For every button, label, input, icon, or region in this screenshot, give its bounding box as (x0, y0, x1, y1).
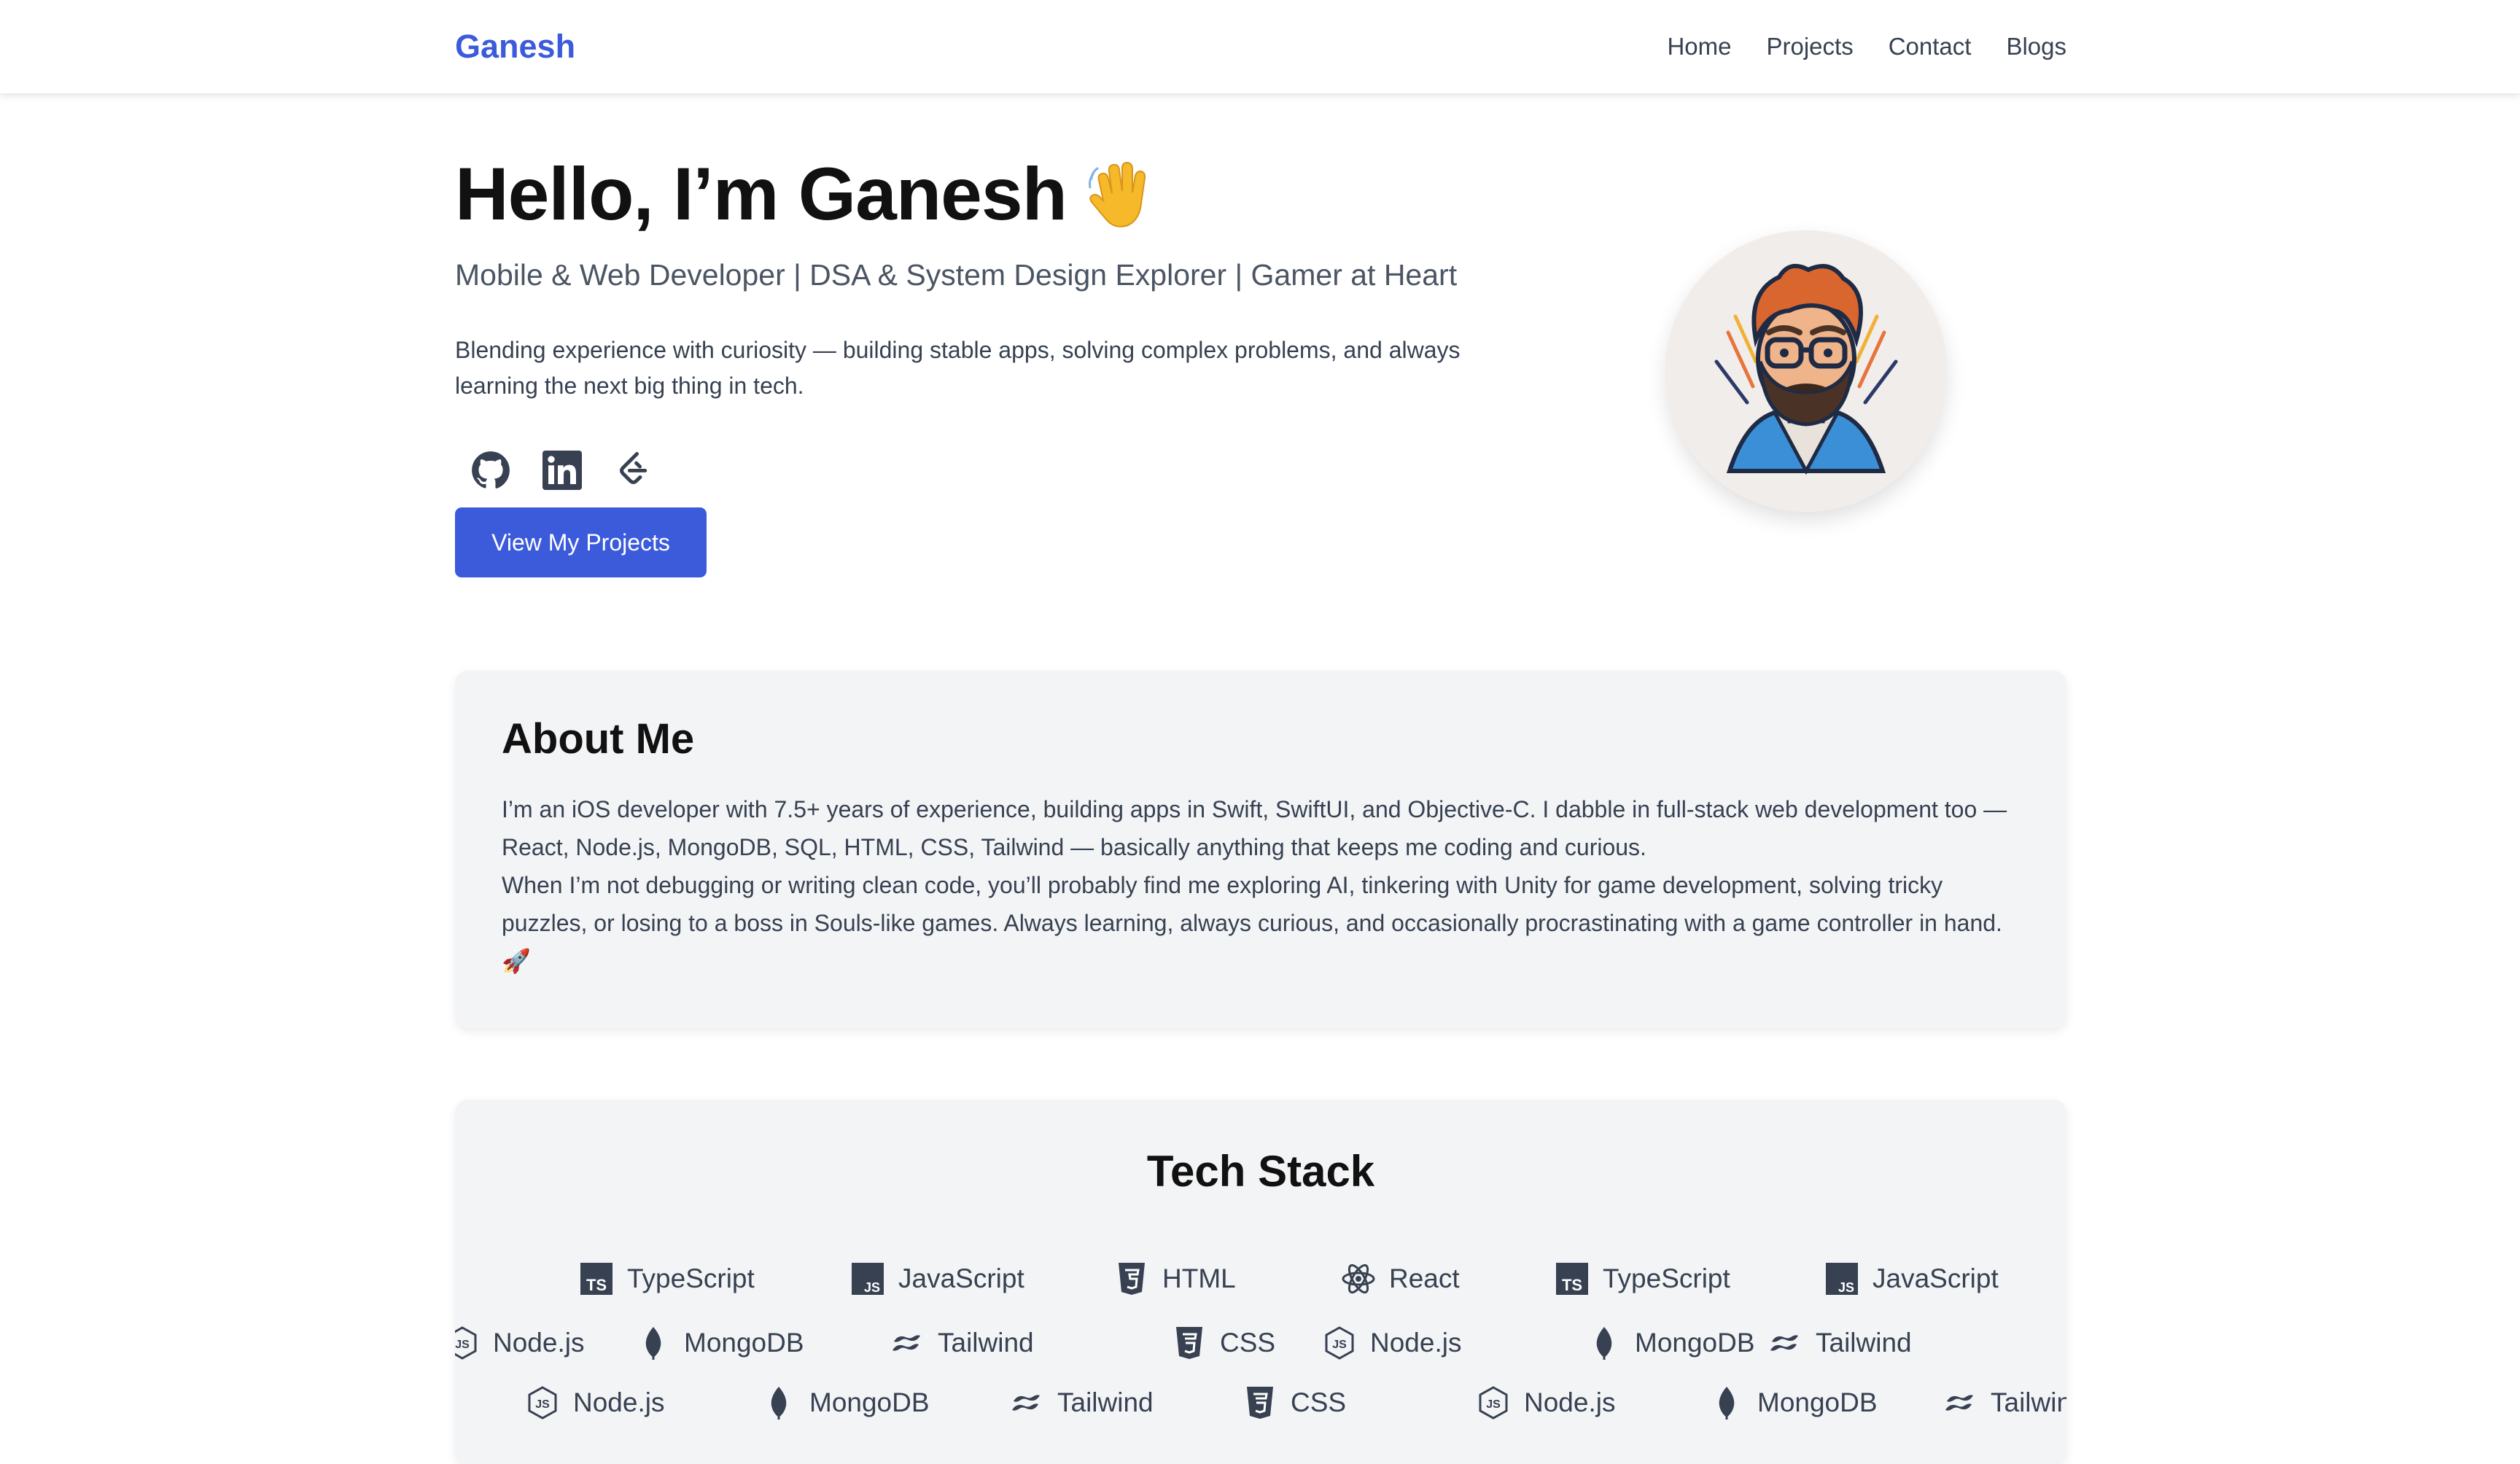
nodejs-icon: JS (528, 1386, 557, 1420)
nodejs-icon: JS (455, 1326, 477, 1360)
brand-logo[interactable]: Ganesh (455, 28, 575, 66)
nodejs-icon: JS (1479, 1386, 1508, 1420)
tech-item-label: Node.js (573, 1387, 665, 1417)
hero-section: Hello, I’m Ganesh Mobile & Web Developer… (455, 93, 2066, 604)
tech-item-label: Tailwind (1991, 1387, 2066, 1417)
tech-item: CSS (1172, 1321, 1275, 1365)
typescript-icon: TS (1556, 1263, 1588, 1295)
tech-item: MongoDB (761, 1381, 930, 1425)
tech-item: CSS (1242, 1381, 1346, 1425)
tailwind-icon (1945, 1395, 1973, 1411)
svg-text:JS: JS (535, 1398, 550, 1411)
html-icon (1119, 1263, 1145, 1295)
tailwind-icon (892, 1335, 920, 1351)
react-icon (1342, 1264, 1375, 1294)
nav-link-contact[interactable]: Contact (1889, 33, 1972, 61)
svg-text:JS: JS (864, 1280, 880, 1295)
tech-item-label: TypeScript (1603, 1264, 1730, 1293)
navbar: Ganesh Home Projects Contact Blogs (0, 0, 2520, 93)
tech-item: JS Node.js (455, 1321, 584, 1365)
tech-item: JS Node.js (1476, 1381, 1615, 1425)
waving-hand-icon (1088, 161, 1146, 227)
view-projects-button[interactable]: View My Projects (455, 507, 707, 577)
svg-text:JS: JS (1486, 1398, 1501, 1411)
navbar-inner: Ganesh Home Projects Contact Blogs (455, 0, 2066, 93)
tech-item-label: CSS (1220, 1328, 1276, 1358)
tech-item-label: HTML (1162, 1264, 1236, 1293)
nav-link-blogs[interactable]: Blogs (2006, 33, 2066, 61)
tech-item-label: Tailwind (1816, 1328, 1912, 1358)
nav-link-projects[interactable]: Projects (1766, 33, 1853, 61)
css-icon (1247, 1387, 1273, 1419)
svg-text:TS: TS (1562, 1276, 1582, 1294)
about-paragraph: I’m an iOS developer with 7.5+ years of … (502, 796, 2007, 860)
linkedin-icon[interactable] (542, 451, 582, 490)
tech-stack-row: TS TypeScript JS JavaScript HTML React TS TypeS… (455, 1257, 2066, 1301)
tech-item-label: JavaScript (1872, 1264, 1999, 1293)
avatar (1665, 230, 1947, 512)
tech-item-label: Tailwind (1057, 1387, 1154, 1417)
svg-text:JS: JS (455, 1339, 470, 1351)
tech-item: MongoDB (1709, 1381, 1878, 1425)
mongodb-icon (771, 1387, 787, 1420)
about-text: I’m an iOS developer with 7.5+ years of … (502, 790, 2026, 980)
tech-item: TS TypeScript (1555, 1257, 1730, 1301)
social-links (471, 451, 653, 490)
hero-description: Blending experience with curiosity — bui… (455, 337, 1461, 399)
hero-title: Hello, I’m Ganesh (455, 152, 1156, 237)
avatar-illustration (1665, 230, 1947, 512)
svg-text:JS: JS (1838, 1280, 1854, 1295)
nav-link-home[interactable]: Home (1667, 33, 1731, 61)
tech-item-label: MongoDB (1635, 1328, 1755, 1358)
tech-stack-row: JS Node.js MongoDB Tailwind CSS JS Node.js Mong… (455, 1321, 2066, 1365)
tech-item: MongoDB (1587, 1321, 1755, 1365)
tech-item: Tailwind (1009, 1381, 1154, 1425)
tech-item: Tailwind (890, 1321, 1034, 1365)
mongodb-icon (645, 1327, 661, 1360)
svg-text:TS: TS (586, 1276, 607, 1294)
hero-title-text: Hello, I’m Ganesh (455, 152, 1068, 235)
tailwind-icon (1012, 1395, 1040, 1411)
tech-item: React (1341, 1257, 1460, 1301)
tech-item: HTML (1114, 1257, 1236, 1301)
tech-item: MongoDB (636, 1321, 804, 1365)
tech-item: JS JavaScript (1824, 1257, 1999, 1301)
tech-item-label: MongoDB (684, 1328, 804, 1358)
css-icon (1176, 1327, 1202, 1359)
leetcode-icon[interactable] (614, 451, 653, 490)
tech-item: TS TypeScript (579, 1257, 755, 1301)
typescript-icon: TS (580, 1263, 612, 1295)
tech-item-label: Node.js (1370, 1328, 1462, 1358)
tech-item-label: TypeScript (627, 1264, 755, 1293)
mongodb-icon (1719, 1387, 1735, 1420)
javascript-icon: JS (852, 1263, 884, 1295)
about-section: About Me I’m an iOS developer with 7.5+ … (455, 671, 2066, 1028)
nodejs-icon: JS (1325, 1326, 1354, 1360)
about-title: About Me (502, 715, 695, 763)
tech-item-label: React (1389, 1264, 1460, 1293)
tech-item-label: Node.js (1524, 1387, 1616, 1417)
github-icon[interactable] (471, 451, 510, 490)
tech-item-label: MongoDB (1757, 1387, 1878, 1417)
about-paragraph: When I’m not debugging or writing clean … (502, 872, 2002, 974)
tech-item-label: Node.js (493, 1328, 585, 1358)
tech-item-label: CSS (1291, 1387, 1347, 1417)
tailwind-icon (1770, 1335, 1798, 1351)
tech-stack-section: Tech Stack TS TypeScript JS JavaScript HTML R… (455, 1099, 2066, 1464)
tech-item-label: JavaScript (898, 1264, 1024, 1293)
tech-stack-row: JS Node.js MongoDB Tailwind CSS JS Node.js Mong… (455, 1381, 2066, 1425)
tech-item: JS Node.js (525, 1381, 664, 1425)
svg-text:JS: JS (1332, 1339, 1347, 1351)
hero-subtitle: Mobile & Web Developer | DSA & System De… (455, 258, 1458, 292)
nav-links: Home Projects Contact Blogs (1667, 33, 2066, 61)
tech-item: Tailwind (1768, 1321, 1912, 1365)
mongodb-icon (1596, 1327, 1612, 1360)
tech-item: JS JavaScript (850, 1257, 1024, 1301)
tech-stack-title: Tech Stack (1146, 1147, 1375, 1196)
tech-item-label: MongoDB (809, 1387, 930, 1417)
javascript-icon: JS (1826, 1263, 1858, 1295)
tech-item: JS Node.js (1322, 1321, 1461, 1365)
tech-item-label: Tailwind (938, 1328, 1034, 1358)
tech-item: Tailwind (1942, 1381, 2066, 1425)
